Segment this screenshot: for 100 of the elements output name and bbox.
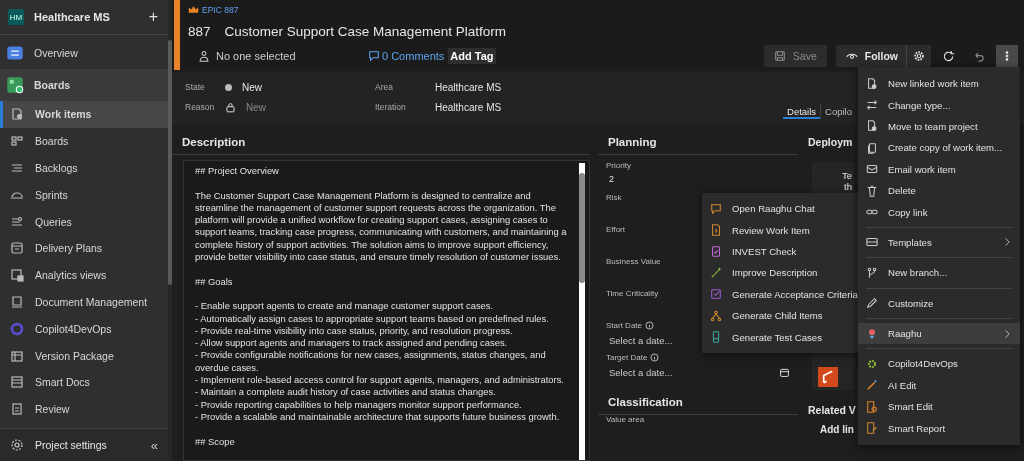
card-text: Te	[841, 170, 852, 181]
menu-item[interactable]: Generate Test Cases	[702, 326, 858, 348]
tab[interactable]: Details	[783, 104, 821, 119]
comments-link[interactable]: 0 Comments	[382, 50, 445, 63]
calendar-icon	[779, 366, 790, 378]
assignee-picker[interactable]: No one selected	[216, 50, 296, 63]
date-field[interactable]: Select a date...	[606, 366, 779, 378]
list-icon	[10, 375, 24, 390]
description-editor[interactable]	[183, 160, 590, 461]
settings-icon	[913, 50, 925, 62]
add-tag-button[interactable]: Add Tag	[448, 48, 496, 65]
tab[interactable]: Copilo	[820, 104, 856, 119]
sidebar-item[interactable]: Analytics views	[0, 261, 168, 289]
overview-icon	[6, 44, 24, 62]
menu-item[interactable]: Change type...	[858, 94, 1020, 116]
sidebar-item[interactable]: Delivery Plans	[0, 235, 168, 262]
menu-item[interactable]: Templates	[858, 231, 1020, 254]
menu-item[interactable]: New branch...	[858, 262, 1020, 284]
menu-item[interactable]: Copy link	[858, 201, 1020, 223]
menu-item[interactable]: INVEST Check	[702, 240, 858, 263]
list-line: - Automatically assign cases to appropriate support teams based on predefined rules.	[195, 312, 550, 325]
menu-item[interactable]: Customize	[858, 292, 1020, 314]
refresh-icon	[942, 49, 955, 63]
settings-button[interactable]	[906, 45, 931, 67]
template-icon	[866, 236, 878, 249]
sidebar-item[interactable]: Work items	[0, 101, 168, 128]
project-settings-link[interactable]: Project settings	[35, 439, 140, 451]
menu-item[interactable]: Smart Edit	[858, 396, 1020, 418]
ring-icon	[10, 321, 24, 336]
wand-icon	[710, 266, 722, 279]
sidebar-item[interactable]: Boards	[0, 127, 168, 155]
heading-text: ## Project Overview	[195, 165, 280, 178]
field-label: Reason	[185, 102, 215, 112]
menu-item[interactable]: Generate Child Items	[702, 304, 858, 327]
menu-item[interactable]: New linked work item	[858, 73, 1020, 95]
comment-icon	[368, 50, 380, 63]
sidebar-item[interactable]: Copilot4DevOps	[0, 315, 168, 343]
menu-item[interactable]: Delete	[858, 179, 1020, 202]
field-label: State	[185, 82, 206, 92]
more-button[interactable]	[996, 45, 1018, 67]
crown-icon	[188, 4, 199, 16]
field-dropdown[interactable]: Healthcare MS	[435, 81, 502, 93]
menu-item[interactable]: Open Raaghu Chat	[702, 198, 858, 220]
sidebar-item[interactable]: Queries	[0, 208, 168, 235]
card-text: th	[844, 181, 852, 192]
add-button[interactable]: +	[146, 8, 160, 26]
sidebar-item[interactable]: Backlogs	[0, 154, 168, 182]
work-item-type-link[interactable]: EPIC 887	[202, 4, 239, 15]
field-dropdown[interactable]: Healthcare MS	[435, 101, 502, 113]
sidebar-item[interactable]: Overview	[0, 37, 168, 69]
menu-item[interactable]: Create copy of work item...	[858, 137, 1020, 159]
chevron-right-icon	[1002, 237, 1012, 248]
paragraph: The Customer Support Case Management Platform is designed to centralize and streamline the management of customer support requests across the organization. The platform will provide a unified workflow for creating support cases, assigning cases to support teams, tracking case progress, communicating with customers, and maintaining a complete history of support activities. The solution aims to improve support efficiency, provide better visibility into case status, and ensure timely resolution of customer issues.	[195, 189, 568, 264]
sidebar-item[interactable]: Sprints	[0, 181, 168, 209]
type-color-bar	[174, 0, 180, 70]
field-label: Iteration	[375, 102, 407, 112]
sidebar-item[interactable]: Document Management	[0, 288, 168, 316]
collapse-button[interactable]: «	[150, 437, 158, 453]
document-icon	[10, 294, 24, 309]
section-title: Planning	[598, 124, 798, 155]
field-value[interactable]: 2	[606, 174, 614, 184]
field-label: Business Value	[606, 256, 661, 266]
menu-item[interactable]: Generate Acceptance Criteria	[702, 283, 858, 305]
heading-text: ## Goals	[195, 275, 234, 288]
list-line: - Allow support agents and managers to track assigned and pending cases.	[195, 337, 509, 350]
project-name: Healthcare MS	[34, 11, 111, 23]
scrollbar[interactable]	[168, 40, 172, 285]
copy-icon	[866, 141, 878, 154]
menu-item[interactable]: Improve Description	[702, 262, 858, 284]
list-line: - Provide real-time visibility into case status, priority, and resolution progress.	[195, 324, 514, 338]
scrollbar[interactable]	[579, 163, 585, 460]
work-item-icon	[866, 120, 878, 133]
add-link-button[interactable]: Add lin	[808, 420, 854, 435]
field-dropdown[interactable]: New	[242, 81, 262, 93]
person-icon	[198, 50, 210, 63]
list-line: - Provide reporting capabilities to help managers monitor support performance.	[195, 398, 523, 411]
menu-item[interactable]: Smart Report	[858, 417, 1020, 439]
backlog-icon	[10, 161, 24, 175]
sidebar-item[interactable]: Review	[0, 395, 168, 423]
mail-icon	[866, 163, 878, 176]
lock-icon	[225, 101, 236, 113]
sidebar-item[interactable]: Version Package	[0, 342, 168, 369]
sidebar-item[interactable]: Smart Docs	[0, 368, 168, 396]
wand-icon	[866, 379, 878, 392]
menu-item[interactable]: Email work item	[858, 158, 1020, 180]
clipboard-icon	[10, 402, 24, 417]
section-title: Related V	[808, 403, 854, 418]
list-line: - Provide a scalable and maintainable architecture that supports future business growth.	[195, 410, 561, 424]
work-item-title[interactable]: Customer Support Case Management Platform	[224, 23, 506, 39]
menu-item[interactable]: AI Edit	[858, 374, 1020, 397]
menu-item[interactable]: Move to team project	[858, 115, 1020, 138]
sidebar-item[interactable]: Boards	[0, 69, 168, 101]
menu-item[interactable]: Review Work Item	[702, 219, 858, 241]
edit-document-icon	[866, 400, 878, 413]
menu-item[interactable]: Copilot4DevOps	[858, 353, 1020, 375]
info-icon	[650, 352, 660, 362]
menu-item[interactable]: Raaghu	[858, 322, 1020, 345]
calendar-icon	[10, 241, 24, 256]
list-line: - Enable support agents to create and manage customer support cases.	[195, 300, 495, 313]
follow-button[interactable]: Follow	[835, 45, 906, 67]
